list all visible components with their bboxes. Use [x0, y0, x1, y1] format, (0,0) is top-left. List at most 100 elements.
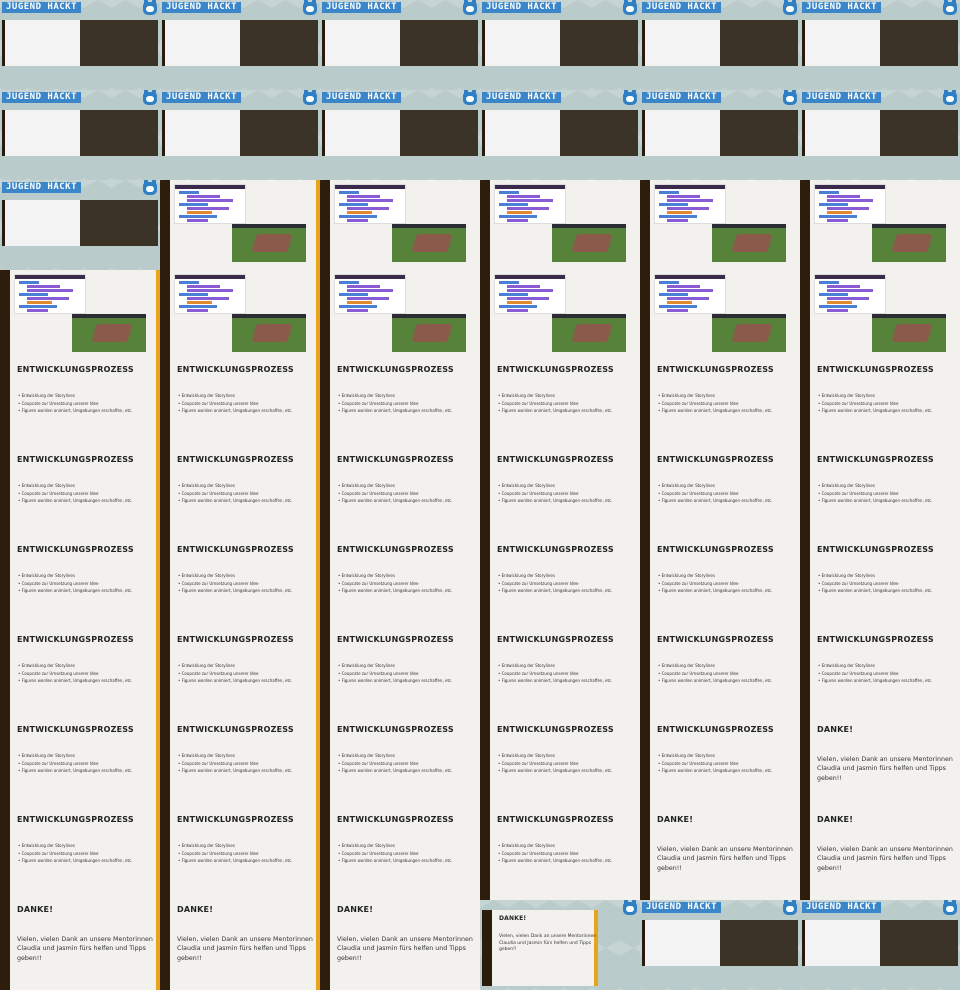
code-block	[827, 301, 852, 304]
code-block	[347, 285, 380, 288]
code-block	[507, 301, 532, 304]
code-block	[507, 289, 553, 292]
bullet: Figuren worden animiert, Umgebungen ersc…	[178, 767, 293, 775]
code-block	[499, 191, 519, 194]
thanks-title: DANKE!	[499, 915, 527, 922]
owl-mascot-icon	[623, 0, 637, 15]
slide-title: ENTWICKLUNGSPROZESS	[497, 725, 614, 734]
code-block	[659, 293, 688, 296]
conference-frame: JUGEND HACKT	[800, 90, 960, 180]
screenshot-slide	[480, 270, 640, 360]
bullet: Coopcate zur Umsetzung unserer Idee	[498, 400, 613, 408]
slide-bullets: Entwicklung der Storylines Coopcate zur …	[338, 752, 453, 775]
code-block	[667, 207, 709, 210]
text-slide: ENTWICKLUNGSPROZESS Entwicklung der Stor…	[800, 450, 960, 540]
code-block	[347, 195, 380, 198]
game-screenshot	[232, 314, 306, 352]
slide-title: ENTWICKLUNGSPROZESS	[337, 635, 454, 644]
bullet: Entwicklung der Storylines	[338, 842, 453, 850]
code-block	[187, 195, 220, 198]
stage-camera-view	[80, 110, 158, 156]
code-blocks-screenshot	[334, 274, 406, 314]
slide-title: ENTWICKLUNGSPROZESS	[657, 725, 774, 734]
code-block	[507, 199, 553, 202]
conference-frame: JUGEND HACKT	[0, 0, 160, 90]
bullet: Entwicklung der Storylines	[658, 752, 773, 760]
bullet: Figuren worden animiert, Umgebungen ersc…	[658, 587, 773, 595]
text-slide: ENTWICKLUNGSPROZESS Entwicklung der Stor…	[480, 450, 640, 540]
code-block	[827, 195, 860, 198]
bullet: Coopcate zur Umsetzung unserer Idee	[178, 580, 293, 588]
slide-bullets: Entwicklung der Storylines Coopcate zur …	[178, 572, 293, 595]
text-slide: ENTWICKLUNGSPROZESS Entwicklung der Stor…	[800, 540, 960, 630]
text-slide: ENTWICKLUNGSPROZESS Entwicklung der Stor…	[320, 540, 480, 630]
bullet: Coopcate zur Umsetzung unserer Idee	[178, 760, 293, 768]
bullet: Entwicklung der Storylines	[658, 572, 773, 580]
code-block	[339, 281, 359, 284]
text-slide: ENTWICKLUNGSPROZESS Entwicklung der Stor…	[640, 630, 800, 720]
thanks-slide: DANKE! Vielen, vielen Dank an unsere Men…	[800, 720, 960, 810]
bullet: Figuren worden animiert, Umgebungen ersc…	[658, 677, 773, 685]
bullet: Entwicklung der Storylines	[818, 392, 933, 400]
text-slide: ENTWICKLUNGSPROZESS Entwicklung der Stor…	[640, 540, 800, 630]
bullet: Entwicklung der Storylines	[658, 662, 773, 670]
conference-frame: JUGEND HACKT	[480, 0, 640, 90]
code-blocks-screenshot	[494, 184, 566, 224]
bullet: Entwicklung der Storylines	[18, 662, 133, 670]
screenshot-slide	[320, 270, 480, 360]
code-block	[19, 305, 57, 308]
slide-title: ENTWICKLUNGSPROZESS	[337, 365, 454, 374]
code-block	[179, 305, 217, 308]
code-blocks-screenshot	[814, 274, 886, 314]
code-block	[667, 211, 692, 214]
code-block	[507, 285, 540, 288]
game-screenshot	[872, 224, 946, 262]
code-block	[659, 281, 679, 284]
conference-frame: JUGEND HACKT	[320, 0, 480, 90]
text-slide: ENTWICKLUNGSPROZESS Entwicklung der Stor…	[0, 450, 160, 540]
bullet: Figuren worden animiert, Umgebungen ersc…	[818, 497, 933, 505]
slide-bullets: Entwicklung der Storylines Coopcate zur …	[818, 482, 933, 505]
owl-mascot-icon	[943, 0, 957, 15]
jugend-hackt-logo: JUGEND HACKT	[162, 2, 242, 13]
text-slide: ENTWICKLUNGSPROZESS Entwicklung der Stor…	[0, 810, 160, 900]
bullet: Coopcate zur Umsetzung unserer Idee	[498, 580, 613, 588]
projected-slide	[642, 920, 721, 966]
slide-bullets: Entwicklung der Storylines Coopcate zur …	[178, 752, 293, 775]
code-block	[27, 285, 60, 288]
code-block	[827, 199, 873, 202]
code-block	[27, 297, 69, 300]
text-slide: ENTWICKLUNGSPROZESS Entwicklung der Stor…	[800, 630, 960, 720]
bullet: Coopcate zur Umsetzung unserer Idee	[658, 670, 773, 678]
code-block	[659, 305, 697, 308]
jugend-hackt-logo: JUGEND HACKT	[802, 902, 882, 913]
bullet: Coopcate zur Umsetzung unserer Idee	[178, 850, 293, 858]
code-block	[827, 211, 852, 214]
code-block	[507, 309, 528, 312]
slide-title: ENTWICKLUNGSPROZESS	[177, 545, 294, 554]
owl-mascot-icon	[303, 0, 317, 15]
bullet: Entwicklung der Storylines	[178, 482, 293, 490]
code-block	[827, 207, 869, 210]
code-block	[339, 191, 359, 194]
thanks-text: Vielen, vielen Dank an unsere Mentorinne…	[817, 756, 953, 782]
stage-camera-view	[240, 110, 318, 156]
bullet: Entwicklung der Storylines	[338, 662, 453, 670]
slide-bullets: Entwicklung der Storylines Coopcate zur …	[658, 662, 773, 685]
jugend-hackt-logo: JUGEND HACKT	[2, 182, 82, 193]
screenshot-slide	[640, 270, 800, 360]
code-block	[27, 289, 73, 292]
bullet: Entwicklung der Storylines	[338, 572, 453, 580]
slide-bullets: Entwicklung der Storylines Coopcate zur …	[18, 752, 133, 775]
bullet: Figuren worden animiert, Umgebungen ersc…	[818, 677, 933, 685]
bullet: Coopcate zur Umsetzung unserer Idee	[338, 850, 453, 858]
code-block	[507, 207, 549, 210]
slide-title: ENTWICKLUNGSPROZESS	[177, 725, 294, 734]
slide-title: ENTWICKLUNGSPROZESS	[337, 545, 454, 554]
code-blocks-screenshot	[14, 274, 86, 314]
bullet: Entwicklung der Storylines	[498, 752, 613, 760]
slide-bullets: Entwicklung der Storylines Coopcate zur …	[498, 392, 613, 415]
thanks-title: DANKE!	[657, 815, 694, 824]
code-block	[827, 219, 848, 222]
bullet: Entwicklung der Storylines	[498, 572, 613, 580]
